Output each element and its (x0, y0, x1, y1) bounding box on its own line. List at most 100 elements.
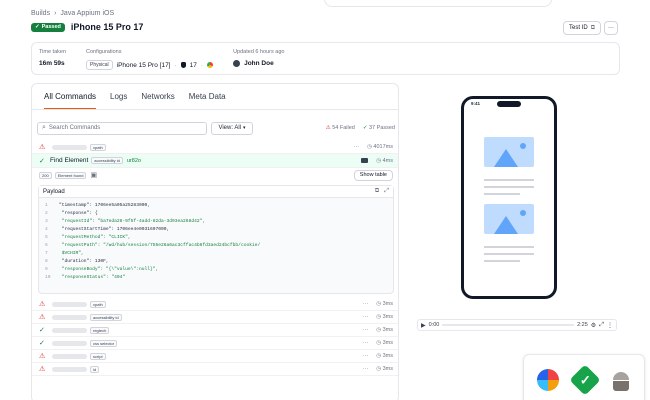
command-row[interactable]: ⚠ xpath ··· ◷ 3ms (32, 298, 398, 311)
command-list: ⚠ xpath ··· ◷ 4017ms ✓ Find Element acce… (32, 141, 398, 376)
payload-header: Payload ⧉ ⤢ (39, 186, 393, 198)
command-placeholder (52, 327, 87, 333)
tab-all-commands[interactable]: All Commands (44, 92, 97, 109)
command-row[interactable]: ✓ regtech ··· ◷ 3ms (32, 324, 398, 337)
element-found-chip: Element found (54, 171, 87, 179)
device-name: iPhone 15 Pro [17] (116, 61, 171, 69)
play-icon[interactable]: ▶ (421, 322, 426, 329)
android-icon (611, 369, 631, 391)
code-line: 8 "duration": 130F, (45, 258, 387, 266)
status-badge: ✓ Passed (31, 22, 65, 32)
locator-tag: accessibility id (90, 313, 122, 321)
search-input[interactable]: ⌕ Search Commands (37, 121, 207, 135)
more-icon[interactable]: ··· (354, 144, 360, 150)
more-icon[interactable]: ··· (363, 340, 369, 346)
tab-bar: All Commands Logs Networks Meta Data (32, 84, 398, 110)
command-row[interactable]: ✓ css selector ··· ◷ 3ms (32, 337, 398, 350)
code-text: "responseBody": "{\"value\":null}", (59, 267, 159, 272)
image-placeholder-icon (484, 204, 534, 234)
sun-shape (520, 143, 526, 149)
mountain-shape (494, 149, 518, 167)
clock-icon: ◷ 3ms (376, 353, 393, 359)
expand-icon[interactable]: ⤢ (599, 322, 604, 329)
tab-meta-data[interactable]: Meta Data (189, 92, 226, 109)
payload-code: 1 "timestamp": 1706ee5a05a25283000, 2 "res… (39, 198, 393, 286)
view-select[interactable]: View: All ▾ (211, 121, 253, 135)
more-button[interactable]: ··· (604, 21, 618, 35)
image-icon[interactable]: ▣ (90, 171, 97, 179)
row-time: 3ms (382, 353, 393, 359)
time-taken-value: 16m 59s (39, 60, 65, 67)
passed-count[interactable]: ✓ 37 Passed (363, 125, 395, 131)
clock-icon: ◷ 3ms (376, 327, 393, 333)
breadcrumb: Builds › Java Appium iOS (31, 10, 114, 17)
locator-value: ur82o (126, 157, 141, 164)
warning-icon: ⚠ (325, 125, 331, 131)
progress-bar[interactable] (442, 324, 575, 326)
locator-tag: script (90, 352, 106, 360)
test-id-button[interactable]: Test ID ⧉ (563, 21, 601, 35)
failed-count[interactable]: ⚠ 54 Failed (326, 125, 355, 131)
code-line: 10 "responseStatus": "404" (45, 274, 387, 282)
show-table-button[interactable]: Show table (353, 169, 393, 181)
device-preview: 9:41 (461, 96, 557, 299)
warning-icon: ⚠ (39, 366, 46, 373)
tab-logs[interactable]: Logs (110, 92, 127, 109)
code-text: "responseStatus": "404" (59, 275, 126, 280)
current-time: 0:00 (428, 322, 440, 328)
copy-icon[interactable]: ⧉ (375, 188, 379, 195)
settings-icon[interactable]: ⚙ (591, 322, 596, 329)
check-icon: ✓ (362, 125, 368, 131)
clock-icon: ◷ 3ms (376, 314, 393, 320)
row-time: 3ms (382, 366, 393, 372)
more-icon[interactable]: ⋮ (607, 322, 613, 329)
more-icon[interactable]: ··· (363, 327, 369, 333)
apple-icon (180, 62, 186, 68)
separator-dot: · (174, 61, 177, 69)
command-toolbar: ⌕ Search Commands View: All ▾ ⚠ 54 Faile… (37, 121, 395, 135)
more-icon[interactable]: ··· (363, 366, 369, 372)
status-code-chip: 200 (39, 171, 52, 179)
code-text: $VCHIR", (59, 251, 84, 256)
more-icon[interactable]: ··· (363, 314, 369, 320)
physical-chip: Physical (86, 60, 113, 70)
row-meta: ··· ◷ 3ms (363, 301, 393, 307)
result-counts: ⚠ 54 Failed ✓ 37 Passed (326, 125, 395, 131)
line-number: 6 (45, 243, 48, 248)
command-placeholder (52, 353, 87, 359)
breadcrumb-root[interactable]: Builds (31, 10, 50, 17)
command-row[interactable]: ⚠ accessibility id ··· ◷ 3ms (32, 311, 398, 324)
line-number: 4 (45, 227, 48, 232)
command-row-selected[interactable]: ✓ Find Element accessibility id ur82o ◷ … (32, 154, 398, 168)
user-name: John Doe (244, 60, 274, 67)
code-line: 6 "requestPath": "/wd/hub/session/755e26… (45, 242, 387, 250)
expand-icon[interactable]: ⤢ (384, 188, 389, 195)
configurations-label: Configurations (86, 49, 122, 55)
row-meta: ··· ◷ 4017ms (354, 144, 393, 150)
row-time: 3ms (382, 340, 393, 346)
failed-count-text: 54 Failed (332, 125, 355, 131)
row-time: 3ms (382, 314, 393, 320)
code-line: 7 $VCHIR", (45, 250, 387, 258)
locator-tag: regtech (90, 326, 110, 334)
more-icon[interactable]: ··· (363, 301, 369, 307)
line-number: 9 (45, 267, 48, 272)
command-row[interactable]: ⚠ script ··· ◷ 3ms (32, 350, 398, 363)
warning-icon: ⚠ (39, 301, 46, 308)
tab-networks[interactable]: Networks (141, 92, 174, 109)
code-text: "requestPath": "/wd/hub/session/755e26a6… (59, 243, 261, 248)
check-icon: ✓ (39, 340, 45, 347)
page: Builds › Java Appium iOS ✓ Passed iPhone… (0, 0, 650, 400)
time-taken-label: Time taken (39, 49, 67, 55)
image-placeholder-icon (484, 137, 534, 167)
command-row[interactable]: ⚠ id ··· ◷ 3ms (32, 363, 398, 376)
line-number: 7 (45, 251, 48, 256)
camera-icon[interactable] (361, 158, 369, 163)
code-line: 2 "response": { (45, 210, 387, 218)
row-meta: ··· ◷ 3ms (363, 327, 393, 333)
breadcrumb-current[interactable]: Java Appium iOS (60, 10, 114, 17)
command-row[interactable]: ⚠ xpath ··· ◷ 4017ms (32, 141, 398, 154)
line-number: 10 (45, 275, 51, 280)
more-icon[interactable]: ··· (363, 353, 369, 359)
code-text: "timestamp": 1706ee5a05a25283000, (59, 203, 150, 208)
